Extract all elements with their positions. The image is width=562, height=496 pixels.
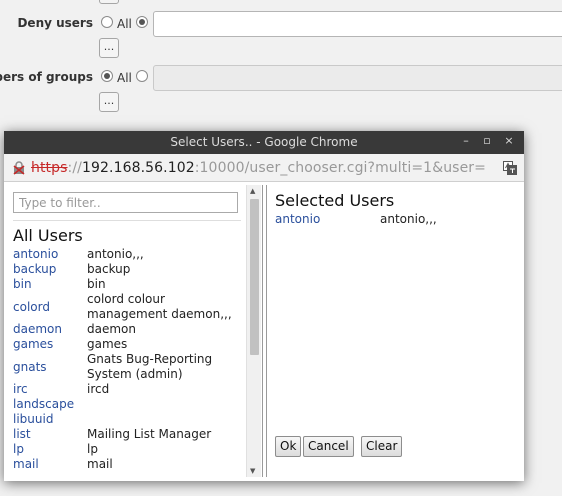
deny-users-field[interactable] <box>153 11 562 37</box>
deny-users-choose-button[interactable]: ... <box>99 38 119 58</box>
user-name-link[interactable]: landscape <box>13 397 87 412</box>
url-path: :10000/user_chooser.cgi?multi=1&user= <box>194 160 486 176</box>
deny-users-all-label: All <box>117 17 132 31</box>
user-realname: backup <box>87 262 131 276</box>
user-realname: daemon <box>87 322 136 336</box>
groups-field <box>153 65 562 91</box>
user-realname <box>87 397 243 412</box>
minimize-icon[interactable]: – <box>459 134 473 148</box>
all-users-heading: All Users <box>13 226 83 245</box>
table-row[interactable]: colord colord colour management daemon,,, <box>13 292 243 322</box>
user-realname: mail <box>87 457 113 471</box>
table-row[interactable]: libuuid <box>13 412 243 427</box>
insecure-lock-icon[interactable] <box>13 161 25 175</box>
user-name-link[interactable]: mail <box>13 457 87 472</box>
translate-icon[interactable] <box>503 161 517 175</box>
deny-users-all-radio[interactable] <box>101 16 113 28</box>
members-of-groups-label: bers of groups <box>0 70 93 84</box>
cancel-button[interactable]: Cancel <box>303 436 354 457</box>
user-realname: lp <box>87 442 98 456</box>
user-name-link[interactable]: backup <box>13 262 87 277</box>
table-row[interactable]: daemon daemon <box>13 322 243 337</box>
deny-users-listed-radio[interactable] <box>136 16 148 28</box>
table-row[interactable]: list Mailing List Manager <box>13 427 243 442</box>
all-users-table: antonio antonio,,, backup backup bin bin color… <box>13 247 243 472</box>
user-name-link[interactable]: libuuid <box>13 412 87 427</box>
scroll-down-icon[interactable]: ▼ <box>250 467 255 475</box>
scrollbar-thumb[interactable] <box>250 199 259 355</box>
selected-users-heading: Selected Users <box>275 191 395 210</box>
table-row[interactable]: bin bin <box>13 277 243 292</box>
selected-user-name[interactable]: antonio <box>275 212 320 226</box>
table-row[interactable]: antonio antonio,,, <box>13 247 243 262</box>
user-realname: colord colour management daemon,,, <box>87 292 232 321</box>
window-title: Select Users.. - Google Chrome <box>170 135 358 149</box>
filter-input[interactable] <box>13 192 238 213</box>
url-separator: :// <box>67 160 82 176</box>
user-name-link[interactable]: gnats <box>13 352 87 382</box>
user-name-link[interactable]: colord <box>13 292 87 322</box>
close-icon[interactable]: × <box>502 134 516 148</box>
maximize-icon[interactable]: ▫ <box>480 134 494 148</box>
user-name-link[interactable]: irc <box>13 382 87 397</box>
user-realname <box>87 412 243 427</box>
scroll-up-icon[interactable]: ▲ <box>250 187 255 195</box>
user-name-link[interactable]: bin <box>13 277 87 292</box>
user-name-link[interactable]: antonio <box>13 247 87 262</box>
all-users-pane: All Users antonioantonio,,,backupbackupb… <box>6 185 263 477</box>
user-name-link[interactable]: list <box>13 427 87 442</box>
groups-all-label: All <box>117 71 132 85</box>
url-scheme: https <box>31 160 68 176</box>
table-row[interactable]: lp lp <box>13 442 243 457</box>
user-name-link[interactable]: daemon <box>13 322 87 337</box>
user-chooser-window: Select Users.. - Google Chrome – ▫ × htt… <box>4 131 524 481</box>
clear-button[interactable]: Clear <box>361 436 403 457</box>
selected-user-realname: antonio,,, <box>380 212 437 226</box>
user-name-link[interactable]: lp <box>13 442 87 457</box>
table-row[interactable]: mail mail <box>13 457 243 472</box>
choose-button-top[interactable] <box>99 0 119 4</box>
user-realname: games <box>87 337 128 351</box>
user-realname: Mailing List Manager <box>87 427 212 441</box>
selected-users-pane: Selected Users antonio antonio,,, Ok Can… <box>266 185 522 477</box>
scrollbar[interactable]: ▲ ▼ <box>246 185 261 477</box>
url-text[interactable]: https://192.168.56.102:10000/user_choose… <box>31 160 486 176</box>
ok-button[interactable]: Ok <box>275 436 302 457</box>
groups-choose-button[interactable]: ... <box>99 92 119 112</box>
table-row[interactable]: irc ircd <box>13 382 243 397</box>
user-name-link[interactable]: games <box>13 337 87 352</box>
table-row[interactable]: gnats Gnats Bug-Reporting System (admin) <box>13 352 243 382</box>
table-row[interactable]: backup backup <box>13 262 243 277</box>
user-realname: bin <box>87 277 106 291</box>
user-realname: Gnats Bug-Reporting System (admin) <box>87 352 213 381</box>
address-bar[interactable]: https://192.168.56.102:10000/user_choose… <box>4 154 524 182</box>
table-row[interactable]: landscape <box>13 397 243 412</box>
table-row[interactable]: games games <box>13 337 243 352</box>
deny-users-label: Deny users <box>17 16 93 30</box>
window-titlebar[interactable]: Select Users.. - Google Chrome – ▫ × <box>4 131 524 154</box>
groups-all-radio[interactable] <box>101 70 113 82</box>
user-realname: antonio,,, <box>87 247 144 261</box>
divider <box>13 220 241 221</box>
url-host: 192.168.56.102 <box>82 160 195 176</box>
groups-listed-radio[interactable] <box>136 70 148 82</box>
user-realname: ircd <box>87 382 110 396</box>
